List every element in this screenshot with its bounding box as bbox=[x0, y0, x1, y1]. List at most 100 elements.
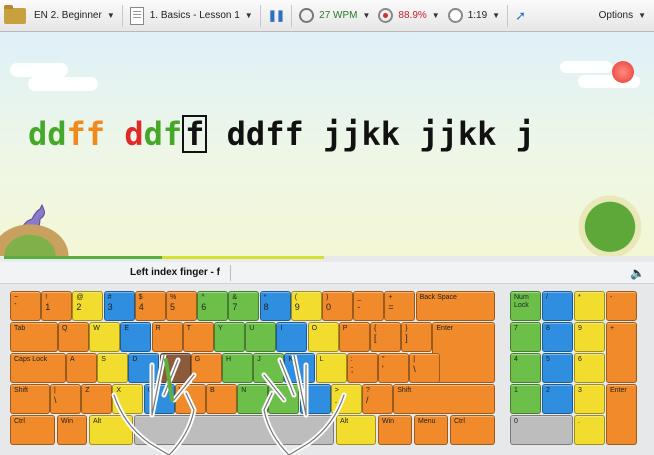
key--[interactable]: | \ bbox=[50, 384, 81, 414]
key-6[interactable]: 6 bbox=[574, 353, 605, 383]
key-m[interactable]: M bbox=[268, 384, 300, 414]
key-menu[interactable]: Menu bbox=[414, 415, 448, 445]
key--[interactable]: % 5 bbox=[166, 291, 197, 321]
key-w[interactable]: W bbox=[89, 322, 121, 352]
key-d[interactable]: D bbox=[128, 353, 160, 383]
key-z[interactable]: Z bbox=[81, 384, 113, 414]
key--[interactable]: ! 1 bbox=[41, 291, 73, 321]
statistics-button[interactable]: ➚ bbox=[511, 0, 530, 32]
key--[interactable]: _ - bbox=[353, 291, 385, 321]
key-win[interactable]: Win bbox=[57, 415, 87, 445]
cloud bbox=[10, 63, 68, 77]
key-r[interactable]: R bbox=[151, 322, 183, 352]
key--[interactable]: + bbox=[606, 322, 637, 383]
key-n[interactable]: N bbox=[237, 384, 269, 414]
key-2[interactable]: 2 bbox=[542, 384, 573, 414]
key-shift[interactable]: Shift bbox=[393, 384, 495, 414]
pause-button[interactable]: ❚❚ bbox=[264, 0, 288, 32]
key-label: Back Space bbox=[419, 294, 457, 301]
key-o[interactable]: O bbox=[307, 322, 339, 352]
key-v[interactable]: V bbox=[174, 384, 206, 414]
key-i[interactable]: I bbox=[276, 322, 308, 352]
key-alt[interactable]: Alt bbox=[336, 415, 376, 445]
key--[interactable]: . bbox=[574, 415, 605, 445]
key-b[interactable]: B bbox=[206, 384, 237, 414]
key--[interactable]: ) 0 bbox=[322, 291, 353, 321]
key-tab[interactable]: Tab bbox=[10, 322, 58, 352]
key-space[interactable] bbox=[134, 415, 334, 445]
key-l[interactable]: L bbox=[315, 353, 347, 383]
key-num-lock[interactable]: Num Lock bbox=[510, 291, 541, 321]
accuracy-indicator[interactable]: 88.9% ▼ bbox=[374, 0, 443, 32]
key-enter[interactable]: Enter bbox=[606, 384, 637, 445]
key-x[interactable]: X bbox=[112, 384, 144, 414]
key-sublabel: ] bbox=[405, 332, 408, 343]
time-indicator[interactable]: 1:19 ▼ bbox=[444, 0, 504, 32]
key--[interactable]: #3 bbox=[103, 291, 135, 321]
key--[interactable]: * bbox=[574, 291, 605, 321]
key-label: J bbox=[257, 356, 261, 363]
lesson-label: 1. Basics - Lesson 1 bbox=[149, 10, 240, 21]
options-menu[interactable]: Options ▼ bbox=[595, 0, 654, 32]
key-t[interactable]: T bbox=[182, 322, 214, 352]
key-sublabel: , bbox=[303, 394, 307, 405]
key--[interactable]: :; bbox=[346, 353, 378, 383]
key-alt[interactable]: Alt bbox=[89, 415, 133, 445]
key-1[interactable]: 1 bbox=[510, 384, 541, 414]
key-f[interactable]: F bbox=[159, 353, 191, 383]
course-selector[interactable]: EN 2. Beginner ▼ bbox=[0, 0, 119, 32]
lesson-selector[interactable]: 1. Basics - Lesson 1 ▼ bbox=[126, 0, 257, 32]
key-4[interactable]: 4 bbox=[510, 353, 541, 383]
key-5[interactable]: 5 bbox=[542, 353, 573, 383]
key--[interactable]: " ' bbox=[378, 353, 409, 383]
key-q[interactable]: Q bbox=[58, 322, 89, 352]
key-k[interactable]: K bbox=[284, 353, 316, 383]
key-a[interactable]: A bbox=[66, 353, 97, 383]
key--[interactable]: <, bbox=[299, 384, 331, 414]
key--[interactable]: >. bbox=[330, 384, 362, 414]
key-shift[interactable]: Shift bbox=[10, 384, 50, 414]
key-win[interactable]: Win bbox=[378, 415, 412, 445]
key-u[interactable]: U bbox=[245, 322, 277, 352]
key--[interactable]: (9 bbox=[290, 291, 322, 321]
key-label: Ctrl bbox=[14, 418, 25, 425]
key-ctrl[interactable]: Ctrl bbox=[10, 415, 55, 445]
chevron-down-icon: ▼ bbox=[638, 11, 646, 20]
key-label: % bbox=[170, 294, 177, 301]
key-j[interactable]: J bbox=[253, 353, 285, 383]
key--[interactable]: + = bbox=[384, 291, 416, 321]
key-sublabel: 8 bbox=[263, 301, 269, 312]
key--[interactable]: ^ 6 bbox=[197, 291, 229, 321]
key-y[interactable]: Y bbox=[214, 322, 245, 352]
key--[interactable]: ~ ` bbox=[10, 291, 41, 321]
key-0[interactable]: 0 bbox=[510, 415, 573, 445]
key--[interactable]: ? / bbox=[362, 384, 393, 414]
key-g[interactable]: G bbox=[190, 353, 222, 383]
key--[interactable]: $4 bbox=[134, 291, 166, 321]
key-h[interactable]: H bbox=[222, 353, 253, 383]
finger-hint: Left index finger - f bbox=[130, 267, 220, 278]
key-s[interactable]: S bbox=[97, 353, 129, 383]
key-label: 5 bbox=[546, 356, 550, 363]
key-3[interactable]: 3 bbox=[574, 384, 605, 414]
key-back-space[interactable]: Back Space bbox=[415, 291, 495, 321]
key--[interactable]: @2 bbox=[72, 291, 104, 321]
key-p[interactable]: P bbox=[338, 322, 370, 352]
key-caps-lock[interactable]: Caps Lock bbox=[10, 353, 66, 383]
key--[interactable]: & 7 bbox=[228, 291, 260, 321]
speed-indicator[interactable]: 27 WPM ▼ bbox=[295, 0, 374, 32]
key--[interactable]: / bbox=[542, 291, 573, 321]
key--[interactable]: {[ bbox=[370, 322, 401, 352]
key-e[interactable]: E bbox=[120, 322, 152, 352]
speaker-icon[interactable]: 🔈 bbox=[630, 266, 645, 280]
key--[interactable]: - bbox=[606, 291, 637, 321]
key--[interactable]: * 8 bbox=[259, 291, 291, 321]
key-9[interactable]: 9 bbox=[574, 322, 605, 352]
key-8[interactable]: 8 bbox=[542, 322, 573, 352]
key-c[interactable]: C bbox=[143, 384, 175, 414]
key--[interactable]: | \ bbox=[409, 353, 441, 383]
key-enter[interactable]: Enter bbox=[432, 322, 495, 383]
key-ctrl[interactable]: Ctrl bbox=[450, 415, 495, 445]
key--[interactable]: }] bbox=[401, 322, 433, 352]
key-7[interactable]: 7 bbox=[510, 322, 541, 352]
